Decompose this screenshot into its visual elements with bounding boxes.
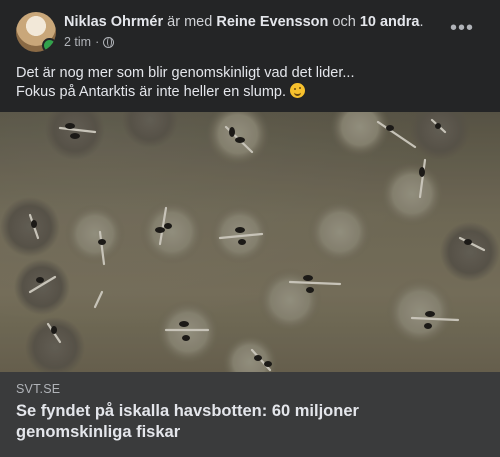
post-time[interactable]: 2 tim: [64, 35, 91, 49]
author-avatar[interactable]: [16, 12, 56, 52]
link-title[interactable]: Se fyndet på iskalla havsbotten: 60 milj…: [16, 401, 476, 443]
end-punct: .: [419, 14, 424, 30]
and-text: och: [332, 14, 356, 30]
post-text-line-1: Det är nog mer som blir genomskinligt va…: [16, 65, 355, 81]
author-name[interactable]: Niklas Ohrmér: [64, 14, 163, 30]
online-dot-icon: [42, 38, 56, 52]
link-preview-card[interactable]: SVT.SE Se fyndet på iskalla havsbotten: …: [0, 372, 500, 457]
post-header: Niklas Ohrmér är med Reine Evensson och …: [16, 12, 488, 52]
tagged-others[interactable]: 10 andra: [360, 14, 420, 30]
post-meta: 2 tim ·: [64, 35, 115, 49]
post-text-line-2: Fokus på Antarktis är inte heller en slu…: [16, 84, 286, 100]
with-text: är med: [167, 14, 213, 30]
smirk-emoji-icon: [290, 83, 306, 98]
link-domain: SVT.SE: [16, 382, 61, 396]
meta-separator: ·: [95, 35, 100, 49]
globe-icon[interactable]: [103, 36, 115, 48]
author-line: Niklas Ohrmér är med Reine Evensson och …: [64, 13, 424, 31]
more-options-button[interactable]: •••: [450, 18, 474, 38]
seafloor-photo: [0, 112, 500, 372]
post-text: Det är nog mer som blir genomskinligt va…: [16, 64, 484, 102]
link-preview-image[interactable]: [0, 112, 500, 372]
post-text-line-2-wrap: Fokus på Antarktis är inte heller en slu…: [16, 83, 484, 102]
tagged-person[interactable]: Reine Evensson: [216, 14, 328, 30]
